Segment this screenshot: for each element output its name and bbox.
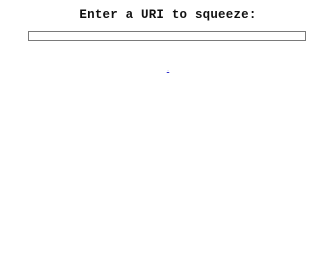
page-title: Enter a URI to squeeze: (79, 8, 257, 22)
uri-input[interactable] (28, 31, 306, 41)
footer-link[interactable]: ... (0, 68, 336, 72)
